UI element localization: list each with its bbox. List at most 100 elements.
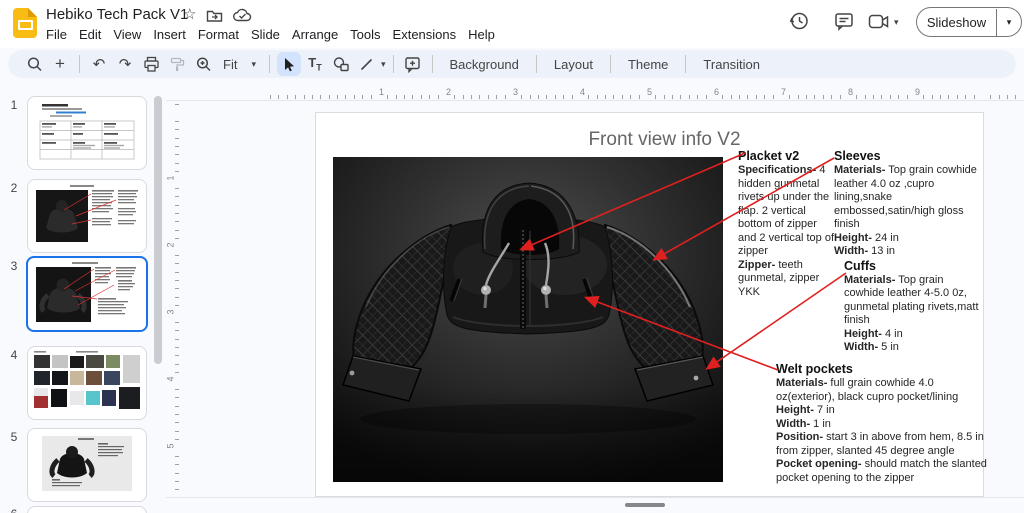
version-history-icon[interactable] — [788, 10, 810, 32]
slide-thumbnail-3-selected[interactable] — [26, 256, 148, 332]
zoom-add-icon[interactable]: + — [48, 52, 72, 76]
h-ruler-tick — [764, 95, 765, 99]
v-ruler-tick — [175, 330, 179, 331]
h-ruler-tick — [563, 95, 564, 99]
h-ruler-tick — [806, 95, 807, 99]
h-ruler-tick — [588, 95, 589, 99]
v-ruler-tick — [175, 163, 179, 164]
paint-format-icon[interactable] — [165, 52, 189, 76]
canvas-horizontal-scrollbar[interactable] — [625, 503, 665, 507]
v-ruler-tick — [175, 196, 179, 197]
background-button[interactable]: Background — [440, 52, 529, 76]
h-ruler-tick — [345, 95, 346, 99]
slide-number-3: 3 — [6, 259, 22, 273]
h-ruler-tick — [940, 95, 941, 99]
h-ruler-tick — [881, 95, 882, 99]
v-ruler-tick — [175, 272, 179, 273]
search-menus-icon[interactable] — [22, 52, 46, 76]
zoom-in-icon[interactable] — [191, 52, 215, 76]
menu-slide[interactable]: Slide — [245, 25, 286, 44]
h-ruler-tick — [948, 95, 949, 99]
layout-button[interactable]: Layout — [544, 52, 603, 76]
h-ruler-tick — [965, 95, 966, 99]
menu-tools[interactable]: Tools — [344, 25, 386, 44]
h-ruler-tick — [505, 95, 506, 99]
menu-format[interactable]: Format — [192, 25, 245, 44]
menu-edit[interactable]: Edit — [73, 25, 107, 44]
slide-thumbnail-4[interactable] — [27, 346, 147, 420]
slide-thumbnail-1[interactable] — [27, 96, 147, 170]
theme-button[interactable]: Theme — [618, 52, 678, 76]
menu-help[interactable]: Help — [462, 25, 501, 44]
document-title[interactable]: Hebiko Tech Pack V1 — [46, 6, 188, 23]
v-ruler-tick — [175, 255, 179, 256]
slide-thumbnail-5[interactable] — [27, 428, 147, 502]
slide-title[interactable]: Front view info V2 — [331, 129, 998, 151]
comment-icon[interactable] — [833, 10, 855, 32]
text-box-tool[interactable]: TT — [303, 52, 327, 76]
transition-button[interactable]: Transition — [693, 52, 770, 76]
v-ruler-tick — [175, 221, 179, 222]
shape-tool[interactable] — [329, 52, 353, 76]
move-folder-icon[interactable] — [206, 8, 223, 23]
h-ruler-number: 3 — [513, 87, 518, 97]
h-ruler-tick — [697, 95, 698, 99]
h-ruler-tick — [907, 95, 908, 99]
menu-extensions[interactable]: Extensions — [387, 25, 463, 44]
v-ruler-tick — [175, 213, 179, 214]
slide-canvas-page[interactable]: Front view info V2 — [315, 112, 984, 497]
zoom-fit-dropdown[interactable]: Fit ▾ — [217, 57, 262, 72]
h-ruler-tick — [664, 95, 665, 99]
v-ruler-tick — [175, 406, 179, 407]
h-ruler-tick — [278, 95, 279, 99]
v-ruler-number: 3 — [166, 309, 176, 314]
annotation-placket[interactable]: Placket v2 Specifications- 4 hidden gunm… — [738, 149, 834, 299]
annotation-cuffs[interactable]: Cuffs Materials- Top grain cowhide leath… — [844, 259, 984, 355]
slideshow-caret-icon[interactable]: ▾ — [997, 17, 1021, 28]
h-ruler-tick — [789, 95, 790, 99]
annotation-sleeves[interactable]: Sleeves Materials- Top grain cowhide lea… — [834, 149, 984, 355]
h-ruler-tick — [530, 95, 531, 99]
menu-insert[interactable]: Insert — [147, 25, 192, 44]
select-tool[interactable] — [277, 52, 301, 76]
header: Hebiko Tech Pack V1 ☆ File Edit View Ins… — [0, 0, 1024, 48]
v-ruler-tick — [175, 347, 179, 348]
v-ruler-tick — [175, 322, 179, 323]
print-icon[interactable] — [139, 52, 163, 76]
h-ruler-tick — [999, 95, 1000, 99]
insert-comment-icon[interactable] — [401, 52, 425, 76]
h-ruler-tick — [680, 95, 681, 99]
h-ruler-tick — [337, 95, 338, 99]
menu-view[interactable]: View — [107, 25, 147, 44]
menu-arrange[interactable]: Arrange — [286, 25, 344, 44]
redo-icon[interactable]: ↷ — [113, 52, 137, 76]
line-tool[interactable] — [355, 52, 379, 76]
sleeves-heading: Sleeves — [834, 149, 984, 164]
slideshow-button[interactable]: Slideshow ▾ — [916, 7, 1022, 37]
jacket-front-image[interactable] — [333, 157, 723, 482]
v-ruler-tick — [175, 154, 179, 155]
slide-thumbnail-2[interactable] — [27, 179, 147, 253]
meet-camera-icon[interactable] — [868, 13, 890, 30]
h-ruler-tick — [295, 95, 296, 99]
v-ruler-tick — [175, 230, 179, 231]
h-ruler-tick — [672, 95, 673, 99]
h-ruler-tick — [990, 95, 991, 99]
star-icon[interactable]: ☆ — [183, 7, 196, 23]
annotation-welt-pockets[interactable]: Welt pockets Materials- full grain cowhi… — [776, 362, 988, 485]
camera-caret-icon[interactable]: ▾ — [894, 17, 899, 28]
filmstrip-scrollbar[interactable] — [154, 96, 162, 364]
canvas-bottom-border — [166, 497, 1024, 498]
slides-logo-icon[interactable] — [13, 8, 37, 38]
slide-thumbnail-6[interactable] — [27, 506, 147, 513]
v-ruler-tick — [175, 188, 179, 189]
google-slides-app: Hebiko Tech Pack V1 ☆ File Edit View Ins… — [0, 0, 1024, 513]
cloud-status-icon[interactable] — [233, 8, 252, 23]
menu-file[interactable]: File — [40, 25, 73, 44]
line-tool-caret-icon[interactable]: ▾ — [381, 59, 386, 70]
v-ruler-tick — [175, 288, 179, 289]
undo-icon[interactable]: ↶ — [87, 52, 111, 76]
h-ruler-tick — [387, 95, 388, 99]
h-ruler-tick — [739, 95, 740, 99]
slide-number-4: 4 — [6, 348, 22, 362]
